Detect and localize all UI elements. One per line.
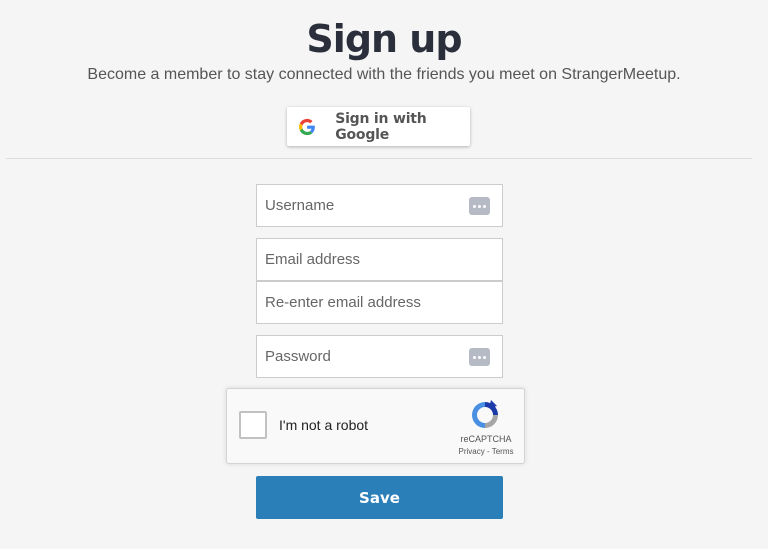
- password-manager-icon[interactable]: [469, 197, 490, 215]
- recaptcha-widget: I'm not a robot reCAPTCHA Privacy - Term…: [226, 388, 525, 464]
- google-g-icon: [299, 118, 315, 135]
- recaptcha-logo-icon: [472, 400, 498, 428]
- page-title: Sign up: [306, 17, 462, 61]
- recaptcha-privacy-link[interactable]: Privacy: [459, 447, 485, 456]
- recaptcha-links: Privacy - Terms: [449, 447, 523, 456]
- divider: [6, 158, 752, 159]
- google-signin-label: Sign in with Google: [335, 110, 427, 143]
- recaptcha-label: I'm not a robot: [279, 417, 369, 433]
- recaptcha-terms-link[interactable]: Terms: [492, 447, 514, 456]
- password-input[interactable]: [257, 336, 502, 377]
- recaptcha-checkbox[interactable]: [239, 411, 267, 439]
- recaptcha-link-separator: -: [484, 447, 492, 456]
- email-field-wrapper: [256, 238, 503, 281]
- recaptcha-brand: reCAPTCHA: [460, 434, 512, 444]
- password-manager-icon[interactable]: [469, 348, 490, 366]
- email-input[interactable]: [257, 239, 502, 280]
- password-field-wrapper: [256, 335, 503, 378]
- username-input[interactable]: [257, 185, 502, 226]
- google-signin-button[interactable]: Sign in with Google: [287, 107, 470, 146]
- email-confirm-field-wrapper: [256, 281, 503, 324]
- save-button[interactable]: Save: [256, 476, 503, 519]
- email-confirm-input[interactable]: [257, 282, 502, 323]
- username-field-wrapper: [256, 184, 503, 227]
- page-subtitle: Become a member to stay connected with t…: [87, 66, 681, 83]
